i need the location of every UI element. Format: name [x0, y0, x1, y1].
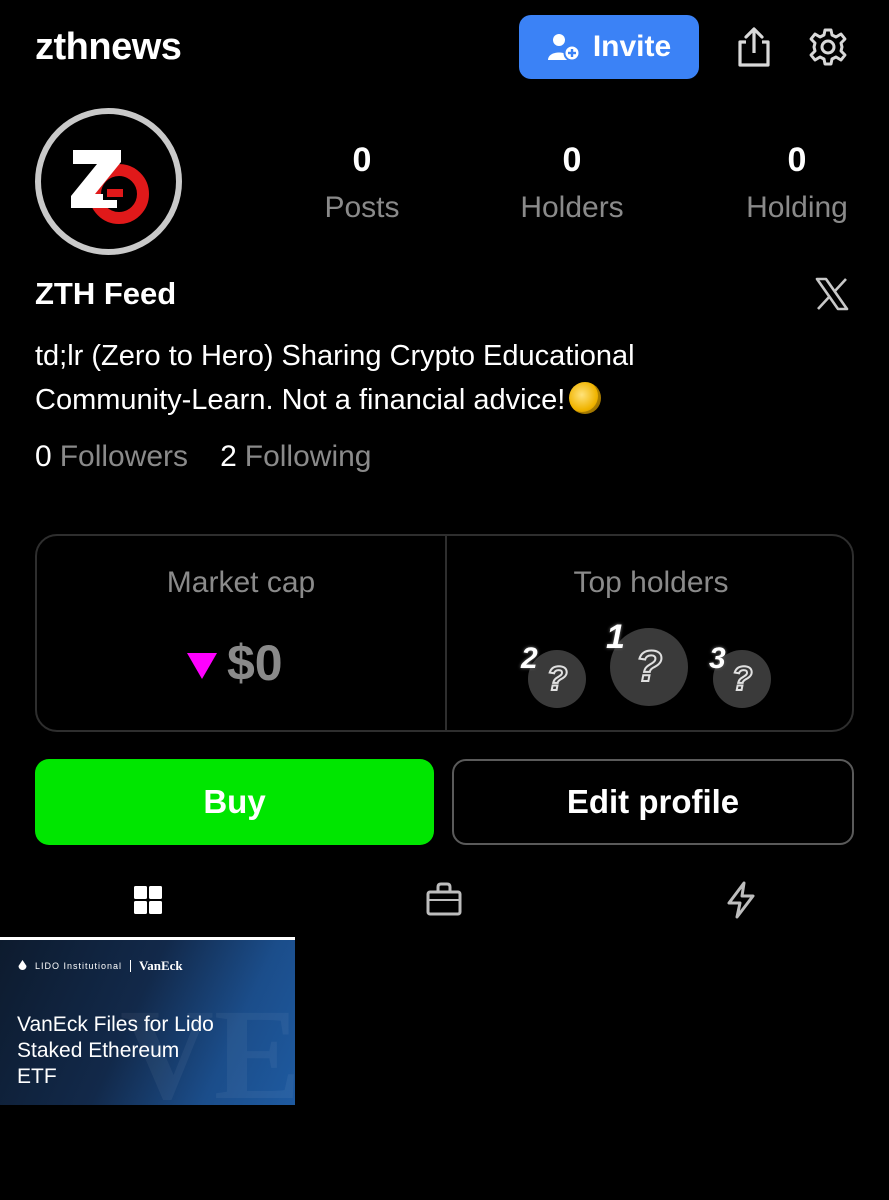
lido-logo-text: LIDO Institutional: [35, 960, 123, 971]
following-link[interactable]: 2 Following: [220, 440, 371, 473]
zth-logo-icon: [70, 149, 149, 224]
followers-link[interactable]: 0 Followers: [35, 440, 188, 473]
rank-3-badge: 3: [709, 642, 726, 675]
display-name: ZTH Feed: [35, 276, 177, 311]
invite-button[interactable]: Invite: [519, 15, 699, 79]
vaneck-logo-text: VanEck: [139, 958, 183, 973]
logo-separator: [130, 960, 132, 972]
market-cap-value: $0: [227, 635, 283, 691]
following-label: Following: [244, 440, 372, 473]
bio: td;lr (Zero to Hero) Sharing Crypto Educ…: [35, 334, 855, 422]
buy-button[interactable]: Buy: [35, 759, 434, 845]
posts-count: 0: [352, 141, 372, 179]
share-icon[interactable]: [734, 26, 774, 68]
followers-label: Followers: [59, 440, 189, 473]
holding-count: 0: [787, 141, 807, 179]
add-user-icon: [547, 34, 581, 62]
top-holders-title: Top holders: [573, 566, 729, 599]
holder-placeholder: ?: [635, 641, 664, 692]
market-card: Market cap $0 Top holders ? 2 ? 1 ? 3: [35, 534, 854, 732]
avatar[interactable]: [35, 108, 182, 255]
bio-line-2: Community-Learn. Not a financial advice!: [35, 384, 566, 416]
rank-2-badge: 2: [521, 642, 538, 675]
x-twitter-icon[interactable]: [815, 277, 849, 311]
lightning-icon[interactable]: [721, 880, 761, 920]
gear-icon[interactable]: [808, 27, 848, 67]
lido-drop-icon: [18, 960, 27, 970]
holder-placeholder: ?: [546, 659, 569, 699]
stat-holders[interactable]: 0 Holders: [472, 140, 672, 228]
holder-placeholder: ?: [731, 659, 754, 699]
shopping-bag-icon[interactable]: [424, 880, 464, 920]
grid-icon[interactable]: [128, 880, 168, 920]
down-triangle-icon: [187, 653, 217, 679]
stat-posts[interactable]: 0 Posts: [262, 140, 462, 228]
stat-holding[interactable]: 0 Holding: [697, 140, 889, 228]
rank-1-badge: 1: [606, 618, 625, 656]
posts-label: Posts: [324, 191, 400, 224]
followers-count: 0: [35, 440, 52, 473]
market-cap-title: Market cap: [166, 566, 316, 599]
bio-line-1: td;lr (Zero to Hero) Sharing Crypto Educ…: [35, 340, 635, 372]
app-title: zthnews: [35, 26, 182, 68]
market-cap-value-row: $0: [187, 634, 283, 692]
follow-row: 0 Followers 2 Following: [35, 440, 371, 474]
top-bar: zthnews Invite: [0, 0, 889, 95]
holding-label: Holding: [746, 191, 848, 224]
holders-count: 0: [562, 141, 582, 179]
post-logos: LIDO Institutional VanEck: [18, 958, 183, 974]
bio-line-2-wrap: Community-Learn. Not a financial advice!: [35, 378, 855, 422]
edit-profile-button[interactable]: Edit profile: [452, 759, 854, 845]
coin-icon: [569, 382, 602, 414]
invite-label: Invite: [592, 30, 672, 63]
following-count: 2: [220, 440, 237, 473]
post-thumbnail[interactable]: VE LIDO Institutional VanEck VanEck File…: [0, 937, 295, 1105]
holders-label: Holders: [520, 191, 624, 224]
post-title: VanEck Files for Lido Staked Ethereum ET…: [17, 1013, 214, 1088]
